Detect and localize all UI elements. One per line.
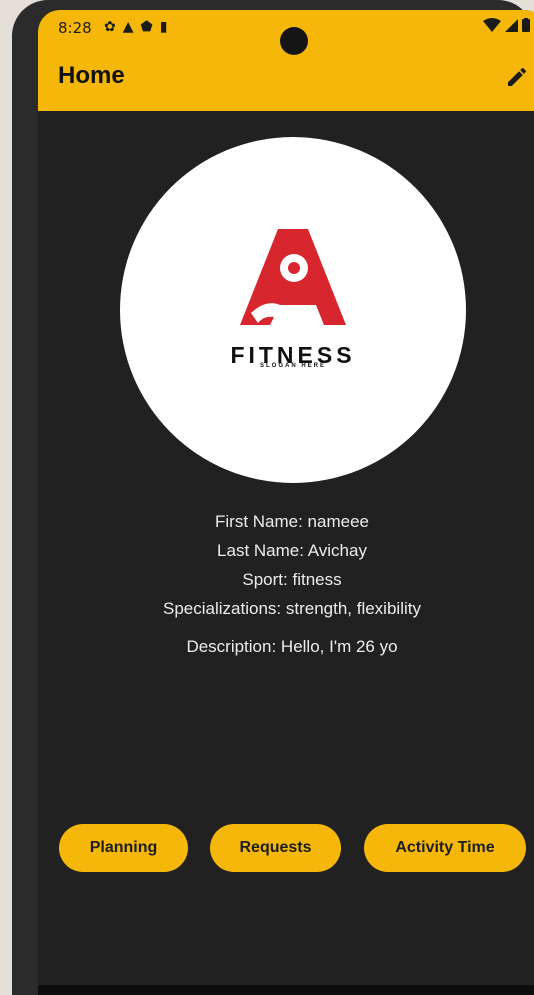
page-title: Home: [58, 62, 125, 89]
profile-avatar: FITNESS SLOGAN HERE: [120, 137, 466, 483]
edit-profile-button[interactable]: [502, 62, 532, 92]
last-name-text: Last Name: Avichay: [217, 541, 367, 560]
status-right-icons: [483, 18, 530, 32]
battery-icon: [522, 18, 530, 32]
app-screen: 8:28 ✿ ▲ ⬟ ▮ Home FITNESS SLOGAN HERE Fi…: [38, 10, 534, 995]
planning-button[interactable]: Planning: [59, 824, 188, 872]
phone-frame: 8:28 ✿ ▲ ⬟ ▮ Home FITNESS SLOGAN HERE Fi…: [12, 0, 534, 995]
signal-icon: [505, 18, 518, 32]
sd-card-icon: ▮: [159, 19, 168, 35]
logo-slogan-text: SLOGAN HERE: [259, 363, 326, 369]
sport-text: Sport: fitness: [242, 570, 342, 589]
gear-icon: ✿: [104, 19, 116, 35]
description-text: Description: Hello, I'm 26 yo: [186, 637, 398, 656]
warning-icon: ▲: [122, 19, 134, 35]
activity-time-button[interactable]: Activity Time: [364, 824, 526, 872]
wifi-icon: [483, 18, 501, 32]
navigation-bar: [38, 985, 534, 995]
app-bar: 8:28 ✿ ▲ ⬟ ▮ Home: [38, 10, 534, 111]
requests-button[interactable]: Requests: [210, 824, 341, 872]
status-time: 8:28: [58, 19, 92, 37]
fitness-logo-icon: [240, 229, 346, 325]
pencil-icon: [508, 67, 527, 86]
first-name-text: First Name: nameee: [215, 512, 369, 531]
front-camera: [280, 27, 308, 55]
status-left-icons: ✿ ▲ ⬟ ▮: [104, 19, 167, 35]
shield-icon: ⬟: [140, 19, 153, 35]
specializations-text: Specializations: strength, flexibility: [163, 599, 421, 618]
